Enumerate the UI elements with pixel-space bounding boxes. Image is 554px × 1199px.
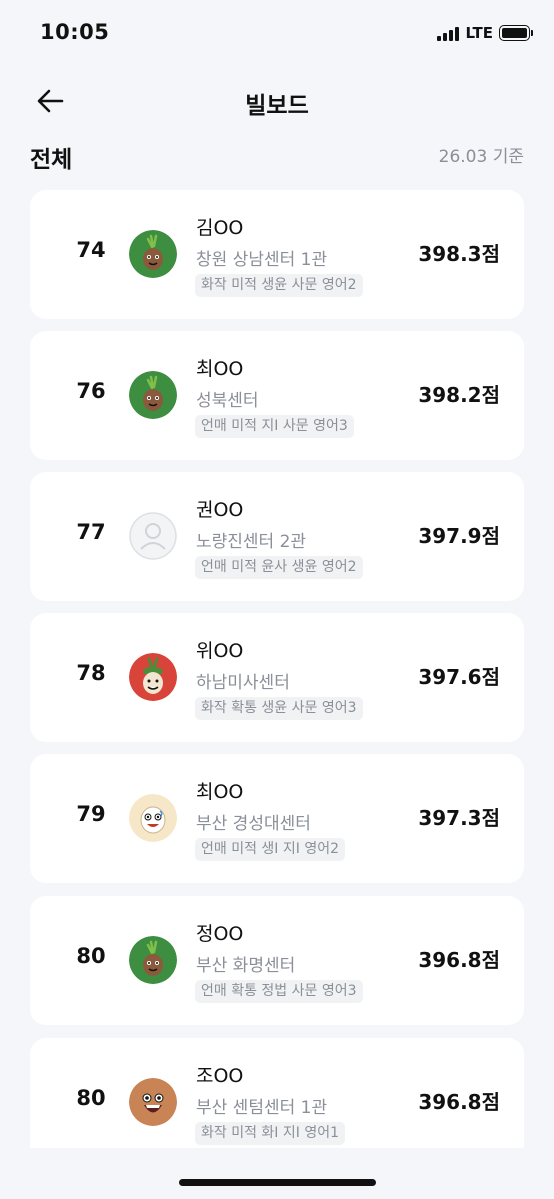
subjects-tag: 화작 확통 생윤 사문 영어3 bbox=[195, 697, 363, 720]
cream-egg-character-avatar bbox=[129, 794, 177, 842]
list-item[interactable]: 80 정OO 부산 화명센터 언매 확통 정법 사문 영어3 396.8점 bbox=[30, 896, 524, 1025]
user-name: 권OO bbox=[196, 499, 244, 521]
score: 398.3점 bbox=[418, 242, 500, 266]
list-item[interactable]: 74 김OO 창원 상남센터 1관 화작 미적 생윤 사문 영어2 398.3점 bbox=[30, 190, 524, 319]
section-header: 전체 26.03 기준 bbox=[0, 138, 554, 174]
user-name: 최OO bbox=[196, 358, 244, 380]
list-item[interactable]: 78 위OO 하남미사센터 화작 확통 생윤 사문 영어3 397.6점 bbox=[30, 613, 524, 742]
subjects-tag: 화작 미적 생윤 사문 영어2 bbox=[195, 274, 363, 297]
as-of-date: 26.03 기준 bbox=[438, 147, 524, 167]
rank-number: 80 bbox=[76, 1086, 106, 1110]
battery-icon bbox=[499, 25, 533, 41]
subjects-tag: 언매 미적 생I 지I 영어2 bbox=[195, 838, 346, 861]
list-item[interactable]: 79 최OO 부산 경성대센터 언매 미적 생I 지I 영어2 397.3점 bbox=[30, 754, 524, 883]
user-name: 정OO bbox=[196, 923, 244, 945]
network-type: LTE bbox=[465, 24, 493, 42]
list-item[interactable]: 80 조OO 부산 센텀센터 1관 화작 미적 화I 지I 영어1 396.8점 bbox=[30, 1038, 524, 1148]
center-name: 창원 상남센터 1관 bbox=[196, 250, 328, 270]
user-name: 조OO bbox=[196, 1065, 244, 1087]
list-item[interactable]: 77 권OO 노량진센터 2관 언매 미적 윤사 생윤 영어2 397.9점 bbox=[30, 472, 524, 601]
home-indicator[interactable] bbox=[179, 1179, 376, 1186]
score: 397.9점 bbox=[418, 524, 500, 548]
status-bar: 10:05 LTE bbox=[0, 0, 554, 70]
center-name: 하남미사센터 bbox=[196, 673, 290, 693]
list-item[interactable]: 76 최OO 성북센터 언매 미적 지I 사문 영어3 398.2점 bbox=[30, 331, 524, 460]
rank-number: 78 bbox=[76, 661, 106, 685]
subjects-tag: 언매 확통 정법 사문 영어3 bbox=[195, 980, 363, 1003]
rank-number: 74 bbox=[76, 238, 106, 262]
signal-icon bbox=[437, 26, 460, 41]
user-name: 최OO bbox=[196, 781, 244, 803]
score: 398.2점 bbox=[418, 383, 500, 407]
header: 빌보드 bbox=[0, 78, 554, 124]
section-title: 전체 bbox=[30, 147, 73, 173]
subjects-tag: 언매 미적 지I 사문 영어3 bbox=[195, 415, 354, 438]
center-name: 부산 센텀센터 1관 bbox=[196, 1098, 328, 1118]
green-onion-character-avatar bbox=[129, 936, 177, 984]
rank-number: 76 bbox=[76, 379, 106, 403]
brown-potato-character-avatar bbox=[129, 1078, 177, 1126]
default-profile-avatar bbox=[129, 512, 177, 560]
rank-number: 80 bbox=[76, 944, 106, 968]
green-onion-character-avatar bbox=[129, 371, 177, 419]
center-name: 노량진센터 2관 bbox=[196, 532, 307, 552]
subjects-tag: 언매 미적 윤사 생윤 영어2 bbox=[195, 556, 363, 579]
score: 397.3점 bbox=[418, 806, 500, 830]
red-onion-character-avatar bbox=[129, 653, 177, 701]
rank-number: 79 bbox=[76, 802, 106, 826]
rank-number: 77 bbox=[76, 520, 106, 544]
green-onion-character-avatar bbox=[129, 230, 177, 278]
user-name: 김OO bbox=[196, 217, 244, 239]
status-time: 10:05 bbox=[40, 20, 110, 44]
center-name: 성북센터 bbox=[196, 391, 259, 411]
score: 397.6점 bbox=[418, 665, 500, 689]
status-indicators: LTE bbox=[437, 23, 533, 43]
score: 396.8점 bbox=[418, 948, 500, 972]
page-title: 빌보드 bbox=[245, 93, 309, 119]
center-name: 부산 경성대센터 bbox=[196, 814, 311, 834]
billboard-list[interactable]: 74 김OO 창원 상남센터 1관 화작 미적 생윤 사문 영어2 398.3점… bbox=[30, 190, 524, 1148]
score: 396.8점 bbox=[418, 1090, 500, 1114]
subjects-tag: 화작 미적 화I 지I 영어1 bbox=[195, 1122, 346, 1145]
user-name: 위OO bbox=[196, 640, 244, 662]
center-name: 부산 화명센터 bbox=[196, 956, 296, 976]
